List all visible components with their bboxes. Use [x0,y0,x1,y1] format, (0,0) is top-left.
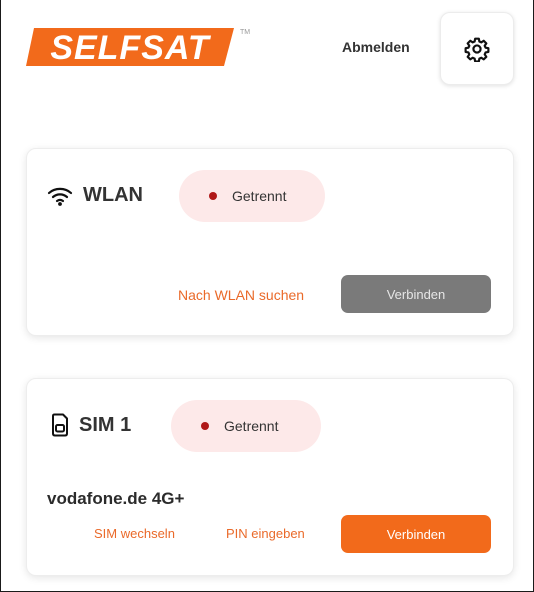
sim-title: SIM 1 [79,413,132,436]
wlan-card: WLAN Getrennt Nach WLAN suchen Verbinden [26,148,514,336]
logo-trademark: TM [240,29,250,36]
logout-link[interactable]: Abmelden [342,39,410,55]
sim-connect-button[interactable]: Verbinden [341,515,491,553]
sim-card: SIM 1 Getrennt vodafone.de 4G+ SIM wechs… [26,378,514,576]
wlan-title-row: WLAN [47,184,143,207]
sim-title-row: SIM 1 [51,413,131,437]
selfsat-logo: SELFSAT TM [26,28,250,67]
wifi-icon [47,187,73,206]
logo-text: SELFSAT [50,29,212,67]
operator-name: vodafone.de 4G+ [47,489,185,508]
search-wlan-link[interactable]: Nach WLAN suchen [178,287,304,303]
sim-status-badge: Getrennt [171,400,321,452]
wlan-title: WLAN [83,184,143,206]
settings-button[interactable] [440,12,514,85]
status-dot [201,422,209,430]
wlan-connect-button[interactable]: Verbinden [341,275,491,313]
switch-sim-link[interactable]: SIM wechseln [94,526,175,541]
wlan-status-text: Getrennt [232,188,287,204]
sim-status-text: Getrennt [224,418,279,434]
wlan-status-badge: Getrennt [179,170,325,222]
enter-pin-link[interactable]: PIN eingeben [226,526,305,541]
sim-card-icon [52,413,68,437]
status-dot [209,192,217,200]
gear-icon [464,37,490,62]
